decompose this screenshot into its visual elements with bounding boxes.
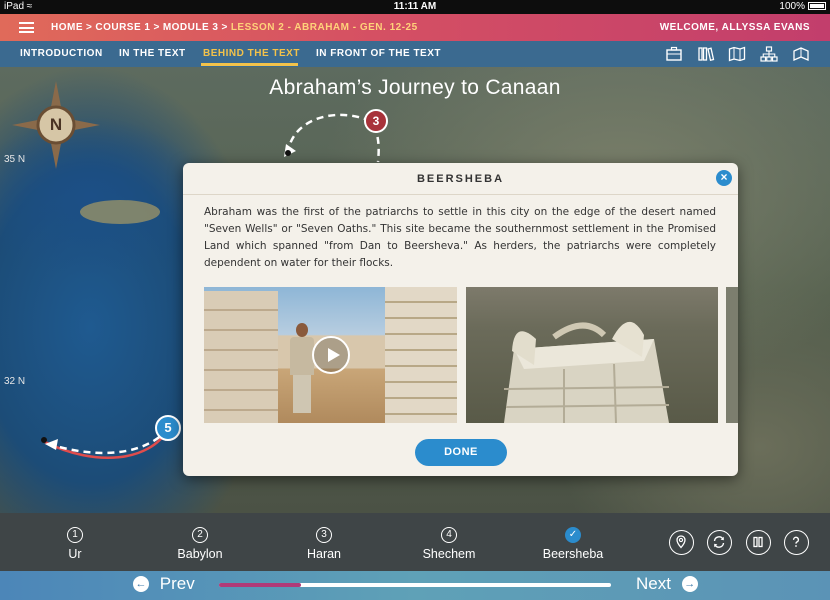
breadcrumb-home[interactable]: HOME — [51, 22, 83, 33]
modal-description: Abraham was the first of the patriarchs … — [204, 206, 716, 269]
altar-image — [503, 321, 670, 423]
library-icon[interactable] — [697, 45, 715, 63]
battery-icon — [808, 2, 826, 10]
active-tab-indicator — [201, 63, 298, 66]
tab-introduction[interactable]: INTRODUCTION — [20, 48, 103, 59]
tab-in-front-of-the-text[interactable]: IN FRONT OF THE TEXT — [316, 48, 441, 59]
island-shape — [80, 200, 160, 224]
breadcrumb-module[interactable]: MODULE 3 — [163, 22, 219, 33]
step-label: Beersheba — [542, 547, 604, 561]
person-figure — [290, 323, 314, 413]
status-bar: iPad ≈ 11:11 AM 100% — [0, 0, 830, 14]
welcome-text: WELCOME, ALLYSSA EVANS — [659, 22, 810, 33]
done-button[interactable]: DONE — [415, 439, 507, 466]
step-number: 2 — [192, 527, 208, 543]
hierarchy-icon[interactable] — [760, 45, 778, 63]
journey-steps: 1 Ur 2 Babylon 3 Haran 4 Shechem ✓ Beers… — [0, 513, 830, 571]
modal-header: BEERSHEBA × — [183, 163, 738, 195]
help-icon[interactable] — [784, 530, 809, 555]
latitude-label: 32 N — [4, 376, 26, 387]
city-dot — [41, 437, 47, 443]
next-button[interactable]: Next → — [636, 574, 698, 594]
latitude-label: 35 N — [4, 154, 26, 165]
map-title: Abraham’s Journey to Canaan — [269, 76, 561, 99]
location-pin-icon[interactable] — [669, 530, 694, 555]
route-arrow — [45, 439, 58, 450]
arrow-left-icon: ← — [133, 576, 149, 592]
tab-in-the-text[interactable]: IN THE TEXT — [119, 48, 186, 59]
step-babylon[interactable]: 2 Babylon — [170, 527, 230, 561]
video-thumbnail[interactable] — [204, 287, 457, 423]
map-icon[interactable] — [728, 45, 746, 63]
step-label: Babylon — [177, 547, 223, 561]
breadcrumb-lesson: LESSON 2 - ABRAHAM - GEN. 12-25 — [230, 22, 418, 33]
step-shechem[interactable]: 4 Shechem — [414, 527, 484, 561]
compass-label: N — [49, 115, 63, 134]
check-icon: ✓ — [565, 527, 581, 543]
step-beersheba[interactable]: ✓ Beersheba — [533, 527, 613, 561]
tab-bar: INTRODUCTION IN THE TEXT BEHIND THE TEXT… — [0, 41, 830, 67]
step-number: 1 — [67, 527, 83, 543]
arrow-right-icon: → — [681, 576, 698, 592]
route-path-red — [44, 428, 170, 459]
play-icon[interactable] — [312, 336, 350, 374]
book-icon[interactable] — [792, 45, 810, 63]
breadcrumb: HOME > COURSE 1 > MODULE 3 > LESSON 2 - ABRAHA… — [51, 22, 418, 33]
city-dot — [285, 150, 291, 156]
tab-behind-the-text[interactable]: BEHIND THE TEXT — [203, 48, 300, 59]
map-marker-beersheba[interactable]: 5 — [155, 415, 181, 441]
route-path-egypt — [51, 428, 169, 455]
breadcrumb-course[interactable]: COURSE 1 — [95, 22, 150, 33]
gallery-next-photo[interactable] — [726, 287, 738, 423]
step-label: Haran — [306, 547, 342, 561]
step-label: Ur — [68, 547, 82, 561]
app-header: HOME > COURSE 1 > MODULE 3 > LESSON 2 - ABRAHA… — [0, 14, 830, 41]
bottom-navigation: ← Prev Next → — [0, 571, 830, 600]
location-modal: BEERSHEBA × Abraham was the first of the… — [183, 163, 738, 476]
progress-fill — [219, 583, 302, 587]
step-number: 4 — [441, 527, 457, 543]
pause-icon[interactable] — [746, 530, 771, 555]
lesson-progress-bar — [219, 583, 611, 587]
map-marker-haran[interactable]: 3 — [364, 109, 388, 133]
step-number: 3 — [316, 527, 332, 543]
step-haran[interactable]: 3 Haran — [294, 527, 354, 561]
prev-button[interactable]: ← Prev — [133, 574, 195, 594]
modal-title: BEERSHEBA — [416, 173, 505, 185]
refresh-icon[interactable] — [707, 530, 732, 555]
clock: 11:11 AM — [393, 1, 437, 12]
briefcase-icon[interactable] — [665, 45, 683, 63]
altar-photo[interactable] — [466, 287, 718, 423]
battery-status: 100% — [779, 1, 826, 12]
menu-icon[interactable] — [19, 22, 34, 33]
step-label: Shechem — [422, 547, 476, 561]
step-ur[interactable]: 1 Ur — [55, 527, 95, 561]
close-icon[interactable]: × — [716, 170, 732, 186]
